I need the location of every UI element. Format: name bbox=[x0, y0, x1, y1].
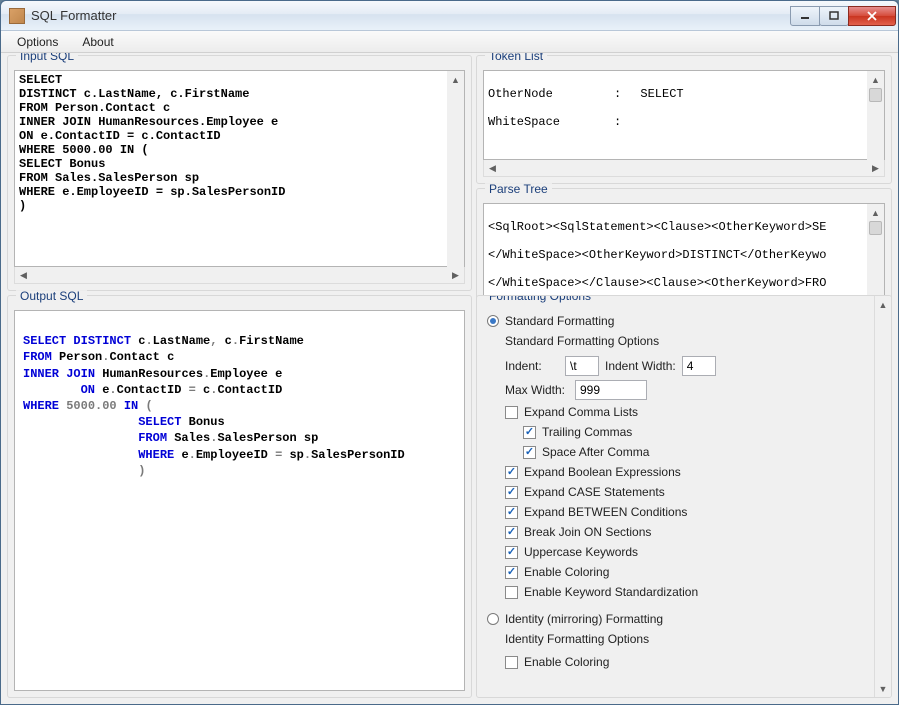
parse-tree-label: Parse Tree bbox=[485, 183, 552, 195]
input-sql-label: Input SQL bbox=[16, 53, 78, 62]
uppercase-keywords-checkbox[interactable]: Uppercase Keywords bbox=[505, 542, 865, 562]
menu-about[interactable]: About bbox=[70, 33, 125, 51]
scroll-up-icon[interactable]: ▲ bbox=[875, 296, 891, 313]
checkbox-icon bbox=[505, 486, 518, 499]
scroll-up-icon[interactable]: ▲ bbox=[867, 71, 884, 88]
indent-width-label: Indent Width: bbox=[605, 359, 676, 373]
token-name: OtherNode bbox=[488, 87, 608, 101]
app-icon bbox=[9, 8, 25, 24]
checkbox-icon bbox=[505, 406, 518, 419]
scroll-up-icon[interactable]: ▲ bbox=[867, 204, 884, 221]
enable-keyword-std-checkbox[interactable]: Enable Keyword Standardization bbox=[505, 582, 865, 602]
input-sql-hscrollbar[interactable]: ◀ ▶ bbox=[14, 267, 465, 284]
token-list-hscrollbar[interactable]: ◀ ▶ bbox=[483, 160, 885, 177]
checkbox-icon bbox=[505, 586, 518, 599]
expand-boolean-checkbox[interactable]: Expand Boolean Expressions bbox=[505, 462, 865, 482]
trailing-commas-checkbox[interactable]: Trailing Commas bbox=[505, 422, 865, 442]
radio-icon bbox=[487, 613, 499, 625]
checkbox-icon bbox=[505, 466, 518, 479]
minimize-button[interactable] bbox=[790, 6, 820, 26]
formatting-options-group: Formatting Options Standard Formatting S… bbox=[476, 295, 892, 698]
token-row: OtherNode: SELECT bbox=[488, 87, 866, 101]
checkbox-icon bbox=[505, 546, 518, 559]
radio-label: Identity (mirroring) Formatting bbox=[505, 612, 663, 626]
expand-between-checkbox[interactable]: Expand BETWEEN Conditions bbox=[505, 502, 865, 522]
max-width-label: Max Width: bbox=[505, 383, 569, 397]
enable-coloring-checkbox[interactable]: Enable Coloring bbox=[505, 562, 865, 582]
indent-input[interactable] bbox=[565, 356, 599, 376]
parse-tree-line: <SqlRoot><SqlStatement><Clause><OtherKey… bbox=[488, 220, 866, 234]
max-width-input[interactable] bbox=[575, 380, 647, 400]
input-sql-vscrollbar[interactable]: ▲ ▼ bbox=[447, 71, 464, 283]
input-sql-textbox[interactable]: SELECT DISTINCT c.LastName, c.FirstName … bbox=[14, 70, 465, 267]
token-name: WhiteSpace bbox=[488, 115, 608, 129]
output-sql-group: Output SQL SELECT DISTINCT c.LastName, c… bbox=[7, 295, 472, 698]
maximize-icon bbox=[829, 11, 839, 21]
checkbox-icon bbox=[505, 506, 518, 519]
radio-icon bbox=[487, 315, 499, 327]
formatting-options-label: Formatting Options bbox=[485, 295, 595, 302]
token-list-textbox[interactable]: OtherNode: SELECT WhiteSpace: bbox=[483, 70, 885, 160]
scroll-thumb[interactable] bbox=[869, 88, 882, 102]
break-join-checkbox[interactable]: Break Join ON Sections bbox=[505, 522, 865, 542]
identity-options-heading: Identity Formatting Options bbox=[505, 630, 865, 652]
window-title: SQL Formatter bbox=[31, 8, 791, 23]
space-after-comma-checkbox[interactable]: Space After Comma bbox=[505, 442, 865, 462]
token-list-group: Token List OtherNode: SELECT WhiteSpace:… bbox=[476, 55, 892, 184]
scroll-left-icon[interactable]: ◀ bbox=[484, 160, 501, 176]
token-sep: : bbox=[614, 87, 621, 101]
checkbox-icon bbox=[523, 446, 536, 459]
identity-formatting-radio[interactable]: Identity (mirroring) Formatting bbox=[487, 610, 865, 630]
window-buttons bbox=[791, 6, 896, 26]
menu-options[interactable]: Options bbox=[5, 33, 70, 51]
token-row: WhiteSpace: bbox=[488, 115, 866, 129]
output-sql-label: Output SQL bbox=[16, 290, 87, 302]
close-icon bbox=[866, 11, 878, 21]
checkbox-icon bbox=[505, 566, 518, 579]
checkbox-icon bbox=[505, 656, 518, 669]
checkbox-icon bbox=[505, 526, 518, 539]
menubar: Options About bbox=[1, 31, 898, 53]
standard-formatting-radio[interactable]: Standard Formatting bbox=[487, 312, 865, 332]
close-button[interactable] bbox=[848, 6, 896, 26]
options-vscrollbar[interactable]: ▲ ▼ bbox=[874, 296, 891, 697]
minimize-icon bbox=[800, 11, 810, 21]
indent-label: Indent: bbox=[505, 359, 559, 373]
app-window: SQL Formatter Options About Input SQL SE… bbox=[0, 0, 899, 705]
output-sql-textbox[interactable]: SELECT DISTINCT c.LastName, c.FirstName … bbox=[14, 310, 465, 691]
titlebar[interactable]: SQL Formatter bbox=[1, 1, 898, 31]
scroll-left-icon[interactable]: ◀ bbox=[15, 267, 32, 283]
scroll-up-icon[interactable]: ▲ bbox=[447, 71, 464, 88]
scroll-right-icon[interactable]: ▶ bbox=[447, 267, 464, 283]
scroll-down-icon[interactable]: ▼ bbox=[875, 680, 891, 697]
parse-tree-line: </WhiteSpace></Clause><Clause><OtherKeyw… bbox=[488, 276, 866, 290]
expand-comma-checkbox[interactable]: Expand Comma Lists bbox=[505, 402, 865, 422]
content-area: Input SQL SELECT DISTINCT c.LastName, c.… bbox=[1, 53, 898, 704]
token-list-label: Token List bbox=[485, 53, 547, 62]
token-sep: : bbox=[614, 115, 621, 129]
expand-case-checkbox[interactable]: Expand CASE Statements bbox=[505, 482, 865, 502]
token-value: SELECT bbox=[640, 87, 683, 101]
maximize-button[interactable] bbox=[819, 6, 849, 26]
standard-options-heading: Standard Formatting Options bbox=[505, 332, 865, 354]
checkbox-icon bbox=[523, 426, 536, 439]
scroll-thumb[interactable] bbox=[869, 221, 882, 235]
parse-tree-line: </WhiteSpace><OtherKeyword>DISTINCT</Oth… bbox=[488, 248, 866, 262]
identity-enable-coloring-checkbox[interactable]: Enable Coloring bbox=[505, 652, 865, 672]
radio-label: Standard Formatting bbox=[505, 314, 614, 328]
input-sql-group: Input SQL SELECT DISTINCT c.LastName, c.… bbox=[7, 55, 472, 291]
scroll-right-icon[interactable]: ▶ bbox=[867, 160, 884, 176]
indent-width-input[interactable] bbox=[682, 356, 716, 376]
